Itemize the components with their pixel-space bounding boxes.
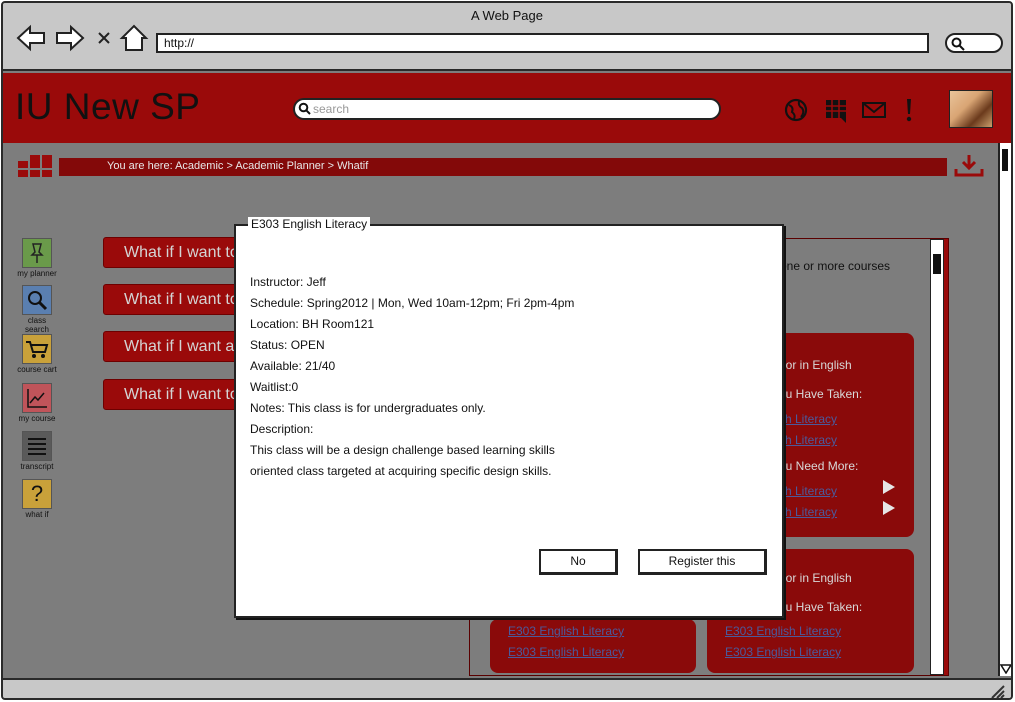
- back-arrow-icon[interactable]: [15, 23, 47, 53]
- waitlist-line: Waitlist:0: [250, 380, 299, 394]
- course-link[interactable]: sh Literacy: [779, 412, 837, 426]
- schedule-line: Schedule: Spring2012 | Mon, Wed 10am-12p…: [250, 296, 575, 310]
- avatar[interactable]: [949, 90, 993, 128]
- no-button[interactable]: No: [539, 549, 618, 575]
- course-link[interactable]: sh Literacy: [779, 433, 837, 447]
- alert-icon[interactable]: [901, 97, 917, 123]
- card-title: nor in English: [779, 358, 852, 372]
- degree-card-left: E303 English Literacy E303 English Liter…: [490, 619, 696, 673]
- status-line: Status: OPEN: [250, 338, 325, 352]
- browser-chrome: A Web Page http://: [3, 3, 1011, 71]
- whatif-button[interactable]: What if I want to: [103, 379, 243, 410]
- sidebar-item-label: my planner: [17, 269, 57, 278]
- sidebar-item-course-cart[interactable]: course cart: [15, 334, 59, 374]
- app-logo[interactable]: IU New SP: [15, 86, 200, 128]
- page-scrollbar[interactable]: [998, 143, 1012, 676]
- question-icon: ?: [22, 479, 52, 509]
- sidebar-item-label: my course: [18, 414, 56, 423]
- dialog-body: Instructor: Jeff Schedule: Spring2012 | …: [250, 272, 574, 482]
- taken-label: ou Have Taken:: [779, 387, 863, 401]
- course-link[interactable]: sh Literacy: [779, 505, 837, 519]
- sidebar-item-my-planner[interactable]: my planner: [15, 238, 59, 278]
- course-detail-dialog: E303 English Literacy Instructor: Jeff S…: [234, 217, 784, 618]
- apps-grid-icon[interactable]: [18, 153, 52, 177]
- calendar-icon[interactable]: [823, 97, 849, 123]
- breadcrumb: You are here: Academic > Academic Planne…: [59, 158, 947, 176]
- location-line: Location: BH Room121: [250, 317, 375, 331]
- sidebar-item-label: course cart: [17, 365, 57, 374]
- sidebar-item-label: class search: [24, 316, 49, 334]
- sidebar-item-what-if[interactable]: ? what if: [15, 479, 59, 519]
- search-icon: [951, 37, 965, 51]
- magnifier-icon: [22, 285, 52, 315]
- play-icon[interactable]: [883, 480, 895, 494]
- register-button[interactable]: Register this: [638, 549, 767, 575]
- whatif-button[interactable]: What if I want a: [103, 331, 243, 362]
- window-title: A Web Page: [470, 8, 544, 23]
- play-icon[interactable]: [883, 501, 895, 515]
- panel-scrollbar[interactable]: [930, 239, 944, 675]
- browser-window: A Web Page http:// IU New SP search You …: [1, 1, 1013, 700]
- course-link[interactable]: sh Literacy: [779, 484, 837, 498]
- globe-icon[interactable]: [783, 97, 809, 123]
- close-icon[interactable]: [91, 23, 117, 53]
- sidebar-item-class-search[interactable]: class search: [15, 285, 59, 334]
- cart-icon: [22, 334, 52, 364]
- notes-line: Notes: This class is for undergraduates …: [250, 401, 486, 415]
- search-input[interactable]: search: [293, 98, 721, 120]
- download-icon[interactable]: [954, 153, 984, 179]
- card-title: nor in English: [779, 571, 852, 585]
- scroll-down-icon[interactable]: [1000, 664, 1012, 674]
- scrollbar-thumb[interactable]: [1002, 149, 1008, 171]
- search-icon: [298, 102, 311, 115]
- mail-icon[interactable]: [861, 97, 887, 123]
- app-header: IU New SP search: [3, 73, 1011, 143]
- whatif-button[interactable]: What if I want to: [103, 284, 243, 315]
- description-text: This class will be a design challenge ba…: [250, 443, 555, 457]
- pin-icon: [22, 238, 52, 268]
- need-label: ou Need More:: [779, 459, 859, 473]
- resize-grip-icon[interactable]: [989, 683, 1005, 699]
- list-icon: [22, 431, 52, 461]
- url-field[interactable]: http://: [156, 33, 929, 53]
- dialog-title: E303 English Literacy: [248, 217, 371, 231]
- panel-intro-text: one or more courses: [780, 259, 891, 273]
- home-icon[interactable]: [118, 23, 150, 53]
- course-link[interactable]: E303 English Literacy: [508, 624, 624, 638]
- description-text: oriented class targeted at acquiring spe…: [250, 464, 552, 478]
- page-content: You are here: Academic > Academic Planne…: [3, 143, 999, 676]
- course-link[interactable]: E303 English Literacy: [725, 624, 841, 638]
- instructor-line: Instructor: Jeff: [250, 275, 326, 289]
- taken-label: ou Have Taken:: [779, 600, 863, 614]
- chart-icon: [22, 383, 52, 413]
- whatif-button[interactable]: What if I want to: [103, 237, 243, 268]
- sidebar-item-my-course[interactable]: my course: [15, 383, 59, 423]
- available-line: Available: 21/40: [250, 359, 336, 373]
- browser-search-field[interactable]: [945, 33, 1003, 53]
- sidebar-item-label: what if: [25, 510, 49, 519]
- sidebar-item-label: transcript: [20, 462, 54, 471]
- scrollbar-thumb[interactable]: [933, 254, 941, 274]
- status-bar: [3, 678, 1011, 699]
- description-label: Description:: [250, 422, 314, 436]
- forward-arrow-icon[interactable]: [54, 23, 86, 53]
- course-link[interactable]: E303 English Literacy: [508, 645, 624, 659]
- course-link[interactable]: E303 English Literacy: [725, 645, 841, 659]
- sidebar-item-transcript[interactable]: transcript: [15, 431, 59, 471]
